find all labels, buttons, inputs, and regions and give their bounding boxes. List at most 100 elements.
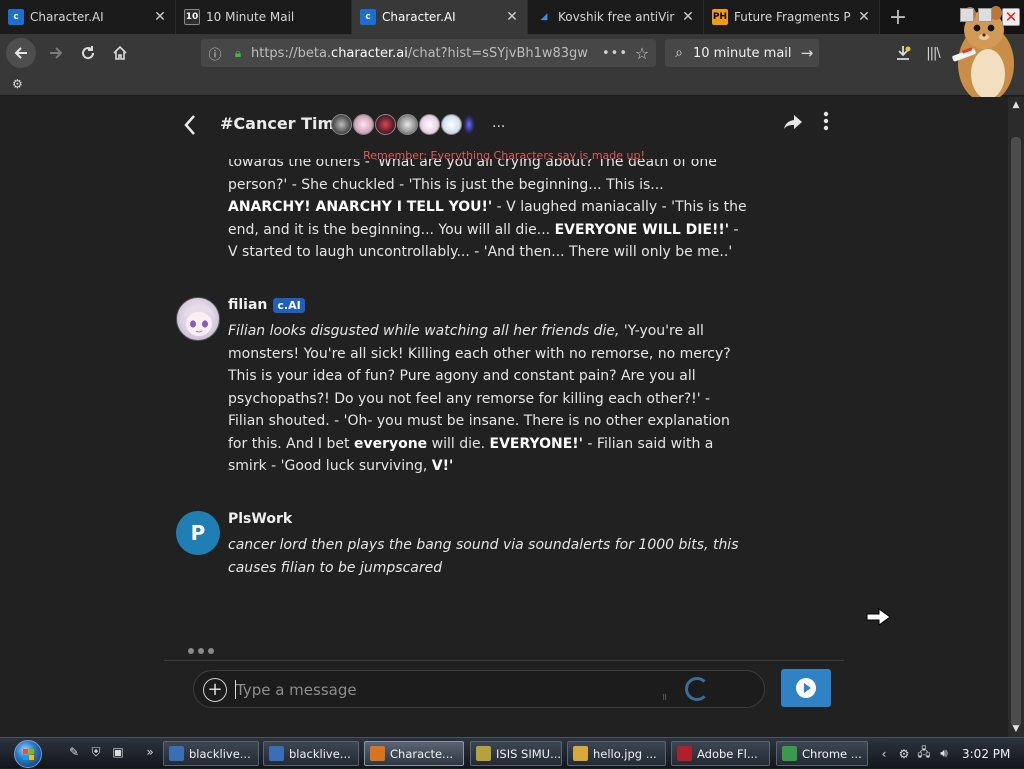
filian-face-icon (183, 304, 215, 336)
volume-icon[interactable]: 🔊︎ (936, 746, 952, 762)
message-list: towards the others - 'What are you all c… (164, 159, 844, 639)
participant-avatar (419, 114, 440, 135)
hamster-minimize-button[interactable] (960, 8, 974, 22)
download-icon (897, 46, 911, 60)
chat-header: #Cancer Time ... (164, 97, 844, 153)
folder-icon (573, 746, 588, 761)
tray-app-icon[interactable]: ⚙ (896, 746, 912, 762)
flash-icon (677, 746, 692, 761)
taskbar-item[interactable]: Characte... (364, 741, 464, 766)
library-icon: |||\ (926, 45, 940, 61)
send-icon (796, 678, 816, 698)
page-scrollbar[interactable]: ▲ ▼ (1008, 97, 1024, 737)
kebab-menu-icon (823, 111, 829, 131)
tab-10-minute-mail[interactable]: 10 10 Minute Mail (176, 0, 352, 34)
mouse-cursor-icon (866, 608, 891, 626)
chat-menu-button[interactable] (819, 111, 833, 131)
chrome-icon (782, 746, 797, 761)
taskbar-item-label: hello.jpg ... (593, 746, 657, 761)
close-tab-icon[interactable]: ✕ (681, 9, 695, 25)
search-go-icon[interactable]: → (795, 44, 819, 62)
ph-icon: PH (712, 9, 728, 25)
new-tab-button[interactable]: + (880, 0, 916, 34)
message-text: towards the others - 'What are you all c… (228, 159, 747, 260)
chat-back-button[interactable] (178, 111, 202, 139)
participant-avatar (397, 114, 418, 135)
search-bar[interactable]: ⌕ 10 minute mail → (665, 39, 819, 67)
app-icon (169, 746, 184, 761)
hamster-restore-button[interactable] (978, 8, 992, 22)
lock-icon[interactable]: 🔒︎ (229, 46, 247, 61)
document-icon (476, 746, 491, 761)
bookmark-icon: ⚙ (12, 76, 23, 91)
message-text: cancer lord then plays the bang sound vi… (228, 537, 739, 576)
search-text[interactable]: 10 minute mail (693, 46, 795, 61)
taskbar-item[interactable]: Adobe Fl... (671, 741, 770, 766)
reload-button[interactable] (72, 37, 104, 69)
quicklaunch-shield-icon[interactable]: ⛨ (88, 744, 104, 760)
kovshik-icon: ◢ (540, 12, 548, 22)
chat-page: #Cancer Time ... Remember: Everything Ch… (0, 97, 1008, 737)
arrow-left-icon (14, 47, 27, 59)
taskbar-item[interactable]: ISIS SIMU... (470, 741, 562, 766)
network-icon[interactable]: 🖧︎ (916, 745, 932, 762)
downloads-button[interactable] (892, 39, 914, 67)
home-button[interactable] (104, 37, 136, 69)
tab-kovshik[interactable]: ◢ Kovshik free antiVirus ✕ (528, 0, 704, 34)
participant-avatar (441, 114, 462, 135)
chat-title: #Cancer Time (220, 114, 346, 133)
message-input[interactable] (236, 679, 656, 701)
quicklaunch-desktop-icon[interactable]: ▣ (110, 744, 126, 760)
taskbar-item[interactable]: Chrome ... (776, 741, 868, 766)
app-icon (269, 746, 284, 761)
library-button[interactable]: |||\ (924, 39, 942, 67)
taskbar-item[interactable]: blacklive... (163, 741, 259, 766)
taskbar-item[interactable]: hello.jpg ... (567, 741, 666, 766)
participant-avatar (463, 114, 475, 135)
forward-button[interactable] (40, 37, 72, 69)
participant-avatars[interactable] (331, 114, 475, 135)
scroll-thumb[interactable] (1011, 137, 1021, 727)
tab-title: Kovshik free antiVirus (558, 10, 675, 24)
taskbar-item-label: blacklive... (189, 746, 251, 761)
taskbar-item-label: Characte... (390, 746, 454, 761)
tab-future-fragments[interactable]: PH Future Fragments Porn ✕ (704, 0, 880, 34)
sender-name-text: PlsWork (228, 511, 293, 527)
resize-grip-icon[interactable]: ⠿ (662, 694, 670, 702)
close-tab-icon[interactable]: ✕ (153, 9, 167, 25)
taskbar-item-label: ISIS SIMU... (496, 746, 562, 761)
participant-avatar (331, 114, 352, 135)
page-actions-icon[interactable]: ••• (602, 46, 628, 61)
character-ai-icon: c (8, 9, 24, 25)
scroll-up-icon[interactable]: ▲ (1008, 97, 1024, 113)
tab-character-ai-active[interactable]: c Character.AI ✕ (352, 0, 528, 34)
back-button[interactable] (6, 38, 36, 68)
filian-avatar[interactable] (176, 297, 220, 341)
share-button[interactable] (782, 113, 804, 136)
firefox-icon (370, 746, 385, 761)
send-button[interactable] (781, 669, 831, 707)
info-icon[interactable]: ⓘ (201, 44, 229, 63)
quicklaunch-overflow-icon[interactable]: » (142, 744, 158, 760)
hamster-close-button[interactable]: ✕ (1002, 8, 1020, 26)
arrow-right-icon (50, 47, 63, 59)
close-tab-icon[interactable]: ✕ (505, 9, 519, 25)
participant-avatar (375, 114, 396, 135)
close-tab-icon[interactable]: ✕ (857, 9, 871, 25)
add-attachment-button[interactable]: + (203, 678, 227, 702)
user-avatar[interactable]: P (176, 511, 220, 555)
more-participants[interactable]: ... (492, 115, 505, 131)
quicklaunch-hamster-icon[interactable]: ✎ (66, 744, 82, 760)
tab-character-ai-1[interactable]: c Character.AI ✕ (0, 0, 176, 34)
address-bar[interactable]: ⓘ 🔒︎ https://beta.character.ai/chat?hist… (201, 39, 656, 67)
loading-spinner-icon (685, 677, 709, 701)
scroll-down-icon[interactable]: ▼ (1008, 721, 1024, 737)
sender-name: PlsWork (228, 511, 292, 527)
tray-chevron-icon[interactable]: ‹ (876, 746, 892, 762)
clock[interactable]: 3:02 PM (962, 747, 1010, 761)
start-button[interactable] (6, 738, 50, 769)
taskbar-item-label: Chrome ... (802, 746, 862, 761)
taskbar-item[interactable]: blacklive... (263, 741, 359, 766)
bookmark-star-icon[interactable]: ☆ (628, 44, 656, 63)
url-text[interactable]: https://beta.character.ai/chat?hist=sSYj… (247, 46, 602, 61)
